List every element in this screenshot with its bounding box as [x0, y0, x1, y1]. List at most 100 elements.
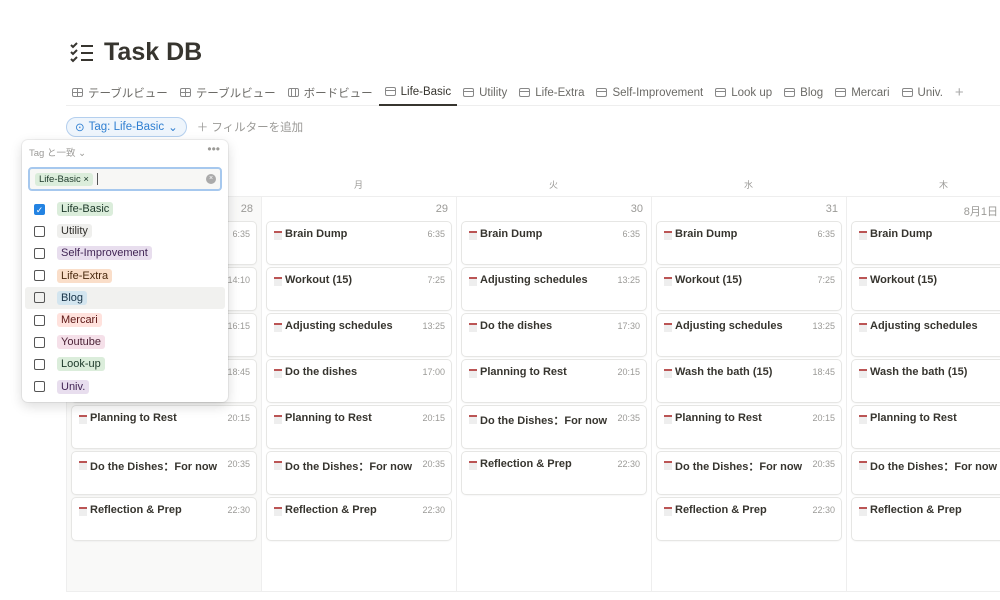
checklist-icon [70, 41, 93, 62]
tag-option[interactable]: Utility [25, 220, 225, 242]
event-card[interactable]: Adjusting schedules 13:25 [267, 314, 451, 356]
event-card[interactable]: Adjusting schedules 13:25 [462, 268, 646, 310]
tab-3[interactable]: Life-Basic [378, 80, 458, 106]
tag-option[interactable]: Life-Extra [25, 265, 225, 287]
event-card[interactable]: Do the Dishes：For now 20:35 [267, 452, 451, 494]
checkbox[interactable] [34, 225, 45, 237]
event-card[interactable]: Brain Dump 6:35 [462, 222, 646, 264]
page-icon [79, 461, 87, 470]
event-card[interactable]: Adjusting schedules [852, 314, 1000, 356]
date-number: 29 [435, 203, 448, 215]
page-icon [664, 461, 672, 470]
selected-tag: Life-Basic × [35, 172, 93, 186]
event-card[interactable]: Workout (15) [852, 268, 1000, 310]
event-card[interactable]: Planning to Rest 20:15 [657, 406, 841, 448]
event-card[interactable]: Do the dishes 17:00 [267, 360, 451, 402]
page-icon [79, 415, 87, 424]
tab-4[interactable]: Utility [457, 80, 513, 106]
event-card[interactable]: Planning to Rest [852, 406, 1000, 448]
calendar-icon [901, 88, 913, 97]
tag-option[interactable]: Youtube [25, 331, 225, 353]
tag-option[interactable]: Self-Improvement [25, 242, 225, 264]
page-icon [664, 507, 672, 516]
page-icon [274, 369, 282, 378]
tag-filter-chip[interactable]: ⊙ Tag: Life-Basic ⌄ [66, 117, 187, 137]
tag-option[interactable]: Mercari [25, 309, 225, 331]
event-card[interactable]: Planning to Rest 20:15 [72, 406, 256, 448]
event-card[interactable]: Reflection & Prep 22:30 [72, 498, 256, 540]
add-filter-button[interactable]: ＋ フィルターを追加 [197, 119, 303, 135]
checkbox[interactable] [34, 336, 45, 348]
event-card[interactable]: Brain Dump [852, 222, 1000, 264]
checkbox[interactable]: ✓ [34, 203, 45, 215]
event-card[interactable]: Adjusting schedules 13:25 [657, 314, 841, 356]
tag-option[interactable]: Look-up [25, 353, 225, 375]
tab-10[interactable]: Univ. [896, 80, 949, 106]
checkbox[interactable] [34, 358, 45, 370]
tag-option[interactable]: ✓ Life-Basic [25, 198, 225, 220]
board-icon [287, 88, 299, 97]
tab-0[interactable]: テーブルビュー [66, 80, 174, 106]
event-card[interactable]: Workout (15) 7:25 [267, 268, 451, 310]
checkbox[interactable] [34, 292, 45, 304]
table-icon [72, 88, 83, 97]
calendar-icon [384, 87, 396, 96]
page-title: Task DB [104, 38, 203, 66]
page-icon [859, 461, 867, 470]
event-card[interactable]: Reflection & Prep 22:30 [657, 498, 841, 540]
event-card[interactable]: Do the Dishes：For now 20:35 [462, 406, 646, 448]
calendar-icon [835, 88, 847, 97]
event-card[interactable]: Brain Dump 6:35 [267, 222, 451, 264]
date-number: 31 [825, 203, 838, 215]
event-card[interactable]: Do the Dishes：For now 20:35 [72, 452, 256, 494]
filter-icon: ⊙ [75, 122, 85, 134]
chevron-down-icon: ⌄ [168, 122, 178, 134]
event-card[interactable]: Wash the bath (15) [852, 360, 1000, 402]
event-card[interactable]: Do the Dishes：For now 20:35 [657, 452, 841, 494]
event-card[interactable]: Reflection & Prep 22:30 [462, 452, 646, 494]
tag-option[interactable]: Blog [25, 286, 225, 309]
checkbox[interactable] [34, 314, 45, 326]
tag-search-input[interactable]: Life-Basic × × [28, 167, 222, 191]
event-card[interactable]: Planning to Rest 20:15 [267, 406, 451, 448]
page-icon [469, 323, 477, 332]
event-card[interactable]: Wash the bath (15) 18:45 [657, 360, 841, 402]
calendar-icon [784, 88, 796, 97]
page-icon [274, 461, 282, 470]
more-options-icon[interactable]: ••• [207, 142, 220, 156]
tab-7[interactable]: Look up [709, 80, 778, 106]
add-view-button[interactable]: + [949, 80, 970, 106]
tab-2[interactable]: ボードビュー [282, 80, 379, 106]
day-cell[interactable]: 31 Brain Dump 6:35 Workout (15) 7:25 Adjustin… [651, 197, 846, 591]
tab-8[interactable]: Blog [778, 80, 829, 106]
checkbox[interactable] [34, 270, 45, 282]
event-card[interactable]: Brain Dump 6:35 [657, 222, 841, 264]
text-cursor [96, 173, 98, 185]
event-card[interactable]: Reflection & Prep [852, 498, 1000, 540]
filter-condition-dropdown[interactable]: Tag と一致 ⌄ [29, 145, 86, 159]
view-tabs: テーブルビュー テーブルビュー ボードビュー Life-Basic Utility Lif… [66, 80, 1000, 106]
day-cell[interactable]: 30 Brain Dump 6:35 Adjusting schedules 13:25… [456, 197, 651, 591]
tab-5[interactable]: Life-Extra [513, 80, 590, 106]
event-card[interactable]: Reflection & Prep 22:30 [267, 498, 451, 540]
tab-1[interactable]: テーブルビュー [174, 80, 282, 106]
page-icon [469, 369, 477, 378]
event-card[interactable]: Do the dishes 17:30 [462, 314, 646, 356]
page-icon [469, 415, 477, 424]
page-icon [664, 369, 672, 378]
event-card[interactable]: Planning to Rest 20:15 [462, 360, 646, 402]
date-number: 30 [630, 203, 643, 215]
checkbox[interactable] [34, 381, 45, 393]
clear-icon[interactable]: × [206, 174, 216, 184]
weekday-label: 火 [548, 180, 558, 190]
day-cell[interactable]: 29 Brain Dump 6:35 Workout (15) 7:25 Adjustin… [261, 197, 456, 591]
tab-9[interactable]: Mercari [829, 80, 895, 106]
event-card[interactable]: Workout (15) 7:25 [657, 268, 841, 310]
tag-option[interactable]: Univ. [25, 376, 225, 398]
event-card[interactable]: Do the Dishes：For now [852, 452, 1000, 494]
day-cell[interactable]: 8月1日 Brain Dump Workout (15) Adjusting sche… [846, 197, 1000, 591]
remove-tag-icon[interactable]: × [83, 174, 89, 185]
weekday-label: 水 [743, 180, 753, 190]
tab-6[interactable]: Self-Improvement [590, 80, 709, 106]
checkbox[interactable] [34, 247, 45, 259]
